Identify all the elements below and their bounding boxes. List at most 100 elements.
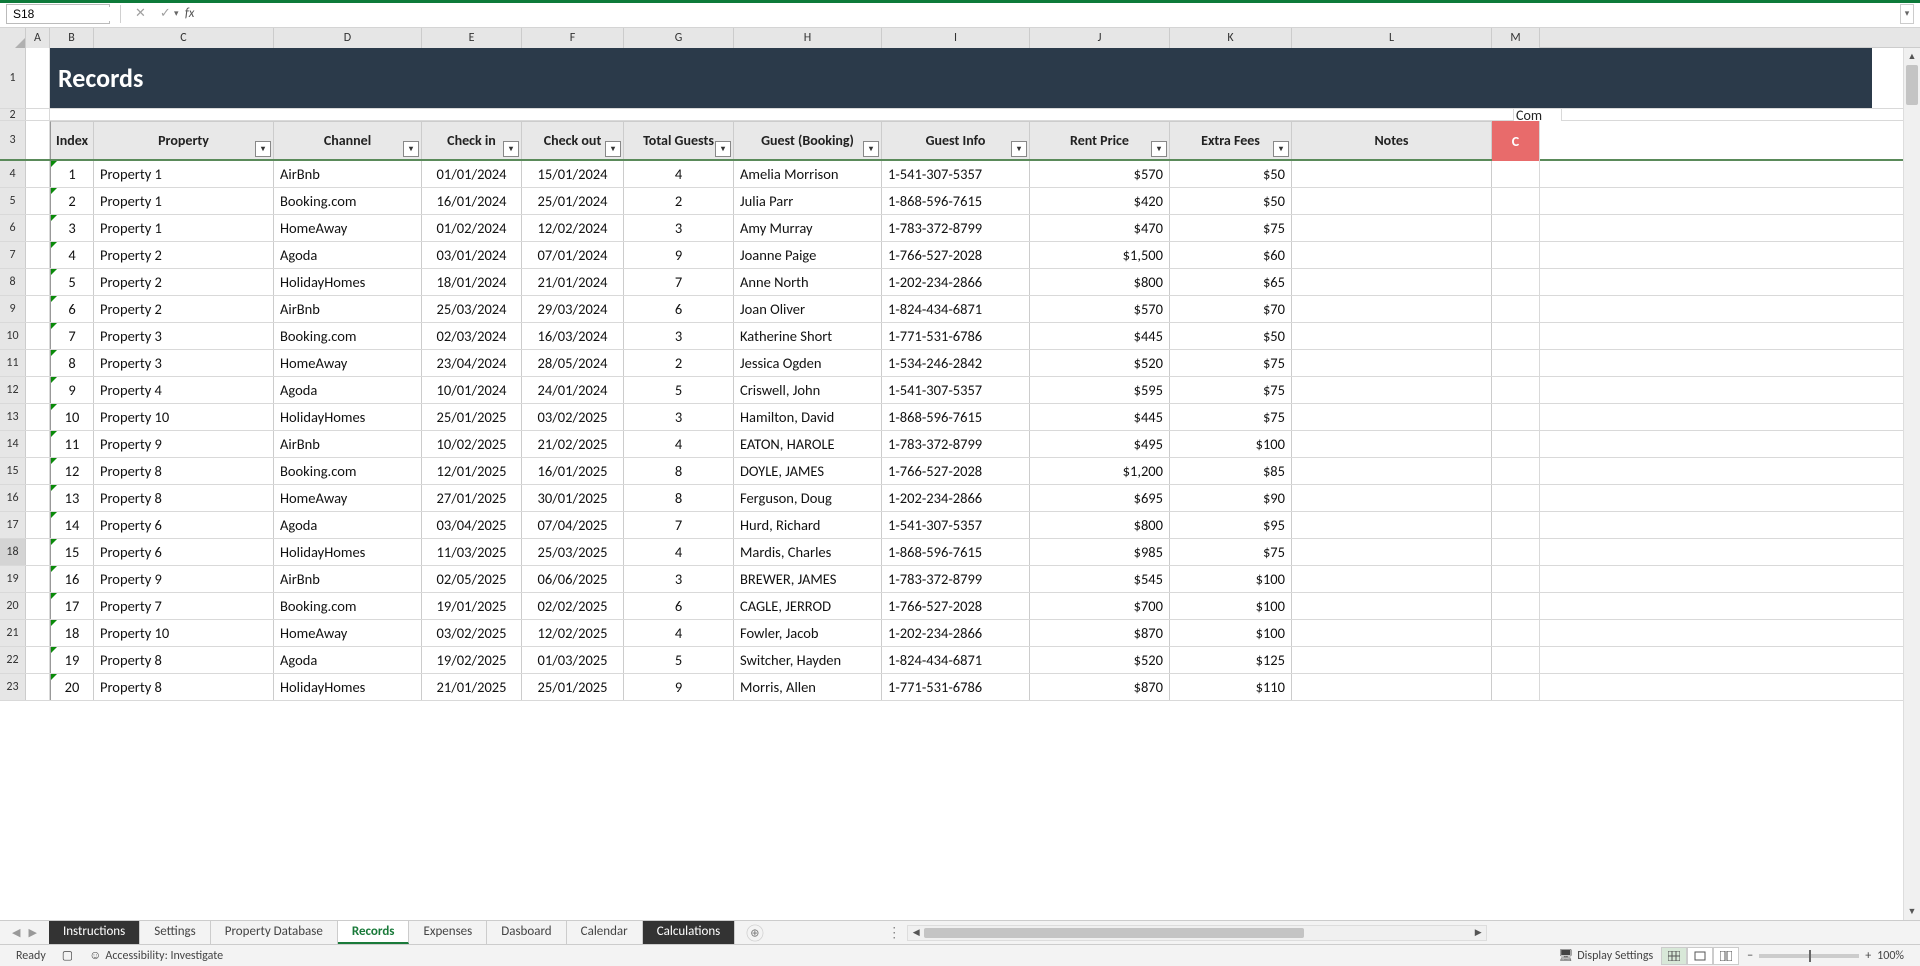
row-header[interactable]: 16 [0, 485, 26, 511]
cell-total-guests[interactable]: 6 [624, 593, 734, 619]
cell-guest-booking[interactable]: DOYLE, JAMES [734, 458, 882, 484]
cell-extra-fees[interactable]: $100 [1170, 566, 1292, 592]
cell-rent-price[interactable]: $445 [1030, 323, 1170, 349]
scroll-up-icon[interactable]: ▲ [1904, 48, 1920, 65]
cell-index[interactable]: 12 [50, 458, 94, 484]
cell-channel[interactable]: AirBnb [274, 431, 422, 457]
cell-channel[interactable]: AirBnb [274, 566, 422, 592]
cell-property[interactable]: Property 4 [94, 377, 274, 403]
cell-index[interactable]: 8 [50, 350, 94, 376]
cell-checkout[interactable]: 02/02/2025 [522, 593, 624, 619]
cell-checkin[interactable]: 10/02/2025 [422, 431, 522, 457]
filter-button[interactable]: ▾ [1273, 141, 1289, 157]
row-header[interactable]: 6 [0, 215, 26, 241]
cell-total-guests[interactable]: 3 [624, 566, 734, 592]
cell-extra-fees[interactable]: $60 [1170, 242, 1292, 268]
cell-notes[interactable] [1292, 215, 1492, 241]
cell-notes[interactable] [1292, 404, 1492, 430]
cell[interactable] [26, 377, 50, 403]
cell-index[interactable]: 13 [50, 485, 94, 511]
sheet-tab[interactable]: Dasboard [487, 921, 566, 944]
cell-channel[interactable]: Agoda [274, 512, 422, 538]
cell-notes[interactable] [1292, 485, 1492, 511]
cell-property[interactable]: Property 9 [94, 566, 274, 592]
col-header[interactable]: C [94, 28, 274, 48]
cell[interactable] [1492, 593, 1540, 619]
cell-extra-fees[interactable]: $110 [1170, 674, 1292, 700]
col-header[interactable]: F [522, 28, 624, 48]
cell-guest-booking[interactable]: Jessica Ogden [734, 350, 882, 376]
row-header[interactable]: 11 [0, 350, 26, 376]
cell[interactable] [26, 566, 50, 592]
cell[interactable] [1492, 404, 1540, 430]
cell-channel[interactable]: HolidayHomes [274, 404, 422, 430]
cell-property[interactable]: Property 8 [94, 485, 274, 511]
cell-channel[interactable]: AirBnb [274, 161, 422, 187]
cell-channel[interactable]: HomeAway [274, 350, 422, 376]
cell-checkin[interactable]: 16/01/2024 [422, 188, 522, 214]
cell-notes[interactable] [1292, 458, 1492, 484]
cell-channel[interactable]: HolidayHomes [274, 674, 422, 700]
horizontal-scrollbar[interactable]: ◀ ▶ [907, 925, 1487, 941]
cell-total-guests[interactable]: 8 [624, 485, 734, 511]
formula-input[interactable] [204, 4, 1894, 24]
cell[interactable] [1492, 350, 1540, 376]
vertical-scrollbar[interactable]: ▲ ▼ [1903, 48, 1920, 920]
cell-extra-fees[interactable]: $70 [1170, 296, 1292, 322]
cell-index[interactable]: 14 [50, 512, 94, 538]
cell-guest-info[interactable]: 1-824-434-6871 [882, 296, 1030, 322]
col-header[interactable]: H [734, 28, 882, 48]
cell[interactable] [50, 109, 1514, 121]
cell-guest-booking[interactable]: BREWER, JAMES [734, 566, 882, 592]
cell-checkin[interactable]: 11/03/2025 [422, 539, 522, 565]
cell-total-guests[interactable]: 8 [624, 458, 734, 484]
cell-index[interactable]: 18 [50, 620, 94, 646]
cell-checkout[interactable]: 29/03/2024 [522, 296, 624, 322]
cell-checkout[interactable]: 16/03/2024 [522, 323, 624, 349]
cell-index[interactable]: 6 [50, 296, 94, 322]
cell[interactable] [1492, 647, 1540, 673]
cell[interactable] [26, 593, 50, 619]
cell-rent-price[interactable]: $870 [1030, 674, 1170, 700]
cell-extra-fees[interactable]: $100 [1170, 431, 1292, 457]
cell-extra-fees[interactable]: $75 [1170, 539, 1292, 565]
cell-property[interactable]: Property 8 [94, 458, 274, 484]
cell-checkout[interactable]: 21/02/2025 [522, 431, 624, 457]
row-header[interactable]: 21 [0, 620, 26, 646]
col-header[interactable]: I [882, 28, 1030, 48]
cell-channel[interactable]: Booking.com [274, 593, 422, 619]
row-header[interactable]: 12 [0, 377, 26, 403]
cell-notes[interactable] [1292, 512, 1492, 538]
cell-rent-price[interactable]: $570 [1030, 296, 1170, 322]
cell-checkin[interactable]: 19/02/2025 [422, 647, 522, 673]
cell[interactable] [26, 323, 50, 349]
cell-channel[interactable]: Booking.com [274, 323, 422, 349]
cell-guest-booking[interactable]: Julia Parr [734, 188, 882, 214]
cell-rent-price[interactable]: $1,200 [1030, 458, 1170, 484]
cell-property[interactable]: Property 2 [94, 296, 274, 322]
cell-extra-fees[interactable]: $125 [1170, 647, 1292, 673]
cell-extra-fees[interactable]: $85 [1170, 458, 1292, 484]
overflow-cell-red[interactable]: C [1492, 121, 1540, 161]
cell-channel[interactable]: HolidayHomes [274, 269, 422, 295]
row-header[interactable]: 2 [0, 109, 26, 120]
cell-extra-fees[interactable]: $65 [1170, 269, 1292, 295]
cell-total-guests[interactable]: 5 [624, 647, 734, 673]
tab-nav-arrows[interactable]: ◀▶ [0, 926, 49, 939]
cell-checkin[interactable]: 19/01/2025 [422, 593, 522, 619]
cell-guest-booking[interactable]: CAGLE, JERROD [734, 593, 882, 619]
cell-rent-price[interactable]: $800 [1030, 269, 1170, 295]
cell-notes[interactable] [1292, 377, 1492, 403]
filter-button[interactable]: ▾ [715, 141, 731, 157]
cell[interactable] [1492, 377, 1540, 403]
overflow-cell[interactable]: Com [1514, 109, 1562, 121]
col-header[interactable]: E [422, 28, 522, 48]
col-header[interactable]: K [1170, 28, 1292, 48]
cell-checkin[interactable]: 03/01/2024 [422, 242, 522, 268]
cell-checkout[interactable]: 25/01/2025 [522, 674, 624, 700]
sheet-tab[interactable]: Expenses [409, 921, 487, 944]
cell-guest-booking[interactable]: Hurd, Richard [734, 512, 882, 538]
cell-checkout[interactable]: 30/01/2025 [522, 485, 624, 511]
cell-extra-fees[interactable]: $75 [1170, 377, 1292, 403]
cell-guest-booking[interactable]: EATON, HAROLE [734, 431, 882, 457]
